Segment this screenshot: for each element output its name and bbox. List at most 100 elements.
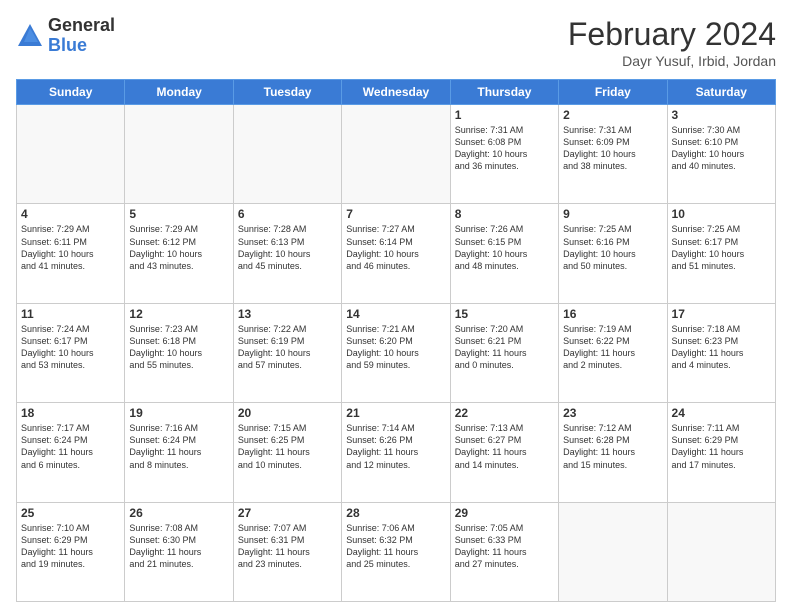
day-info: Sunrise: 7:08 AMSunset: 6:30 PMDaylight:… (129, 522, 228, 571)
calendar-cell: 24 Sunrise: 7:11 AMSunset: 6:29 PMDayligh… (667, 403, 775, 502)
location-subtitle: Dayr Yusuf, Irbid, Jordan (568, 53, 776, 69)
calendar-cell: 16 Sunrise: 7:19 AMSunset: 6:22 PMDayligh… (559, 303, 667, 402)
col-saturday: Saturday (667, 80, 775, 105)
day-number: 13 (238, 307, 337, 321)
month-title: February 2024 (568, 16, 776, 53)
day-info: Sunrise: 7:05 AMSunset: 6:33 PMDaylight:… (455, 522, 554, 571)
day-info: Sunrise: 7:23 AMSunset: 6:18 PMDaylight:… (129, 323, 228, 372)
day-info: Sunrise: 7:06 AMSunset: 6:32 PMDaylight:… (346, 522, 445, 571)
col-tuesday: Tuesday (233, 80, 341, 105)
day-info: Sunrise: 7:27 AMSunset: 6:14 PMDaylight:… (346, 223, 445, 272)
calendar-cell: 11 Sunrise: 7:24 AMSunset: 6:17 PMDayligh… (17, 303, 125, 402)
col-wednesday: Wednesday (342, 80, 450, 105)
calendar-cell: 3 Sunrise: 7:30 AMSunset: 6:10 PMDaylight… (667, 105, 775, 204)
day-info: Sunrise: 7:17 AMSunset: 6:24 PMDaylight:… (21, 422, 120, 471)
day-info: Sunrise: 7:20 AMSunset: 6:21 PMDaylight:… (455, 323, 554, 372)
calendar-cell: 21 Sunrise: 7:14 AMSunset: 6:26 PMDayligh… (342, 403, 450, 502)
calendar-cell: 13 Sunrise: 7:22 AMSunset: 6:19 PMDayligh… (233, 303, 341, 402)
day-info: Sunrise: 7:29 AMSunset: 6:12 PMDaylight:… (129, 223, 228, 272)
day-info: Sunrise: 7:28 AMSunset: 6:13 PMDaylight:… (238, 223, 337, 272)
col-friday: Friday (559, 80, 667, 105)
week-row-1: 4Sunrise: 7:29 AMSunset: 6:11 PMDaylight… (17, 204, 776, 303)
day-number: 26 (129, 506, 228, 520)
day-number: 8 (455, 207, 554, 221)
calendar-cell: 20 Sunrise: 7:15 AMSunset: 6:25 PMDayligh… (233, 403, 341, 502)
day-number: 17 (672, 307, 771, 321)
calendar-cell: 18 Sunrise: 7:17 AMSunset: 6:24 PMDayligh… (17, 403, 125, 502)
col-monday: Monday (125, 80, 233, 105)
day-info: Sunrise: 7:31 AMSunset: 6:09 PMDaylight:… (563, 124, 662, 173)
day-info: Sunrise: 7:29 AMSunset: 6:11 PMDaylight:… (21, 223, 120, 272)
day-number: 24 (672, 406, 771, 420)
day-number: 20 (238, 406, 337, 420)
day-number: 28 (346, 506, 445, 520)
day-number: 19 (129, 406, 228, 420)
calendar-cell: 9 Sunrise: 7:25 AMSunset: 6:16 PMDaylight… (559, 204, 667, 303)
day-number: 23 (563, 406, 662, 420)
calendar-cell (17, 105, 125, 204)
calendar-cell: 6 Sunrise: 7:28 AMSunset: 6:13 PMDaylight… (233, 204, 341, 303)
calendar-cell (342, 105, 450, 204)
day-info: Sunrise: 7:11 AMSunset: 6:29 PMDaylight:… (672, 422, 771, 471)
calendar-cell (233, 105, 341, 204)
week-row-0: 1Sunrise: 7:31 AMSunset: 6:08 PMDaylight… (17, 105, 776, 204)
day-number: 3 (672, 108, 771, 122)
calendar-cell: 27 Sunrise: 7:07 AMSunset: 6:31 PMDayligh… (233, 502, 341, 601)
day-number: 21 (346, 406, 445, 420)
calendar-cell: 8 Sunrise: 7:26 AMSunset: 6:15 PMDaylight… (450, 204, 558, 303)
day-info: Sunrise: 7:18 AMSunset: 6:23 PMDaylight:… (672, 323, 771, 372)
day-info: Sunrise: 7:14 AMSunset: 6:26 PMDaylight:… (346, 422, 445, 471)
week-row-2: 11 Sunrise: 7:24 AMSunset: 6:17 PMDayligh… (17, 303, 776, 402)
calendar-cell: 15 Sunrise: 7:20 AMSunset: 6:21 PMDayligh… (450, 303, 558, 402)
calendar-cell: 4Sunrise: 7:29 AMSunset: 6:11 PMDaylight… (17, 204, 125, 303)
day-number: 29 (455, 506, 554, 520)
logo-blue-text: Blue (48, 36, 115, 56)
day-info: Sunrise: 7:25 AMSunset: 6:16 PMDaylight:… (563, 223, 662, 272)
calendar-cell: 23 Sunrise: 7:12 AMSunset: 6:28 PMDayligh… (559, 403, 667, 502)
calendar-cell: 19 Sunrise: 7:16 AMSunset: 6:24 PMDayligh… (125, 403, 233, 502)
calendar-cell: 2Sunrise: 7:31 AMSunset: 6:09 PMDaylight… (559, 105, 667, 204)
day-info: Sunrise: 7:26 AMSunset: 6:15 PMDaylight:… (455, 223, 554, 272)
calendar-cell: 5 Sunrise: 7:29 AMSunset: 6:12 PMDaylight… (125, 204, 233, 303)
calendar-table: Sunday Monday Tuesday Wednesday Thursday… (16, 79, 776, 602)
day-info: Sunrise: 7:10 AMSunset: 6:29 PMDaylight:… (21, 522, 120, 571)
day-info: Sunrise: 7:12 AMSunset: 6:28 PMDaylight:… (563, 422, 662, 471)
calendar-cell: 7 Sunrise: 7:27 AMSunset: 6:14 PMDaylight… (342, 204, 450, 303)
page: General Blue February 2024 Dayr Yusuf, I… (0, 0, 792, 612)
col-thursday: Thursday (450, 80, 558, 105)
day-info: Sunrise: 7:13 AMSunset: 6:27 PMDaylight:… (455, 422, 554, 471)
day-number: 6 (238, 207, 337, 221)
day-number: 15 (455, 307, 554, 321)
logo-general-text: General (48, 16, 115, 36)
week-row-4: 25 Sunrise: 7:10 AMSunset: 6:29 PMDayligh… (17, 502, 776, 601)
day-number: 18 (21, 406, 120, 420)
day-number: 5 (129, 207, 228, 221)
day-info: Sunrise: 7:15 AMSunset: 6:25 PMDaylight:… (238, 422, 337, 471)
calendar-cell: 17 Sunrise: 7:18 AMSunset: 6:23 PMDayligh… (667, 303, 775, 402)
day-info: Sunrise: 7:16 AMSunset: 6:24 PMDaylight:… (129, 422, 228, 471)
day-info: Sunrise: 7:19 AMSunset: 6:22 PMDaylight:… (563, 323, 662, 372)
header: General Blue February 2024 Dayr Yusuf, I… (16, 16, 776, 69)
calendar-cell: 29 Sunrise: 7:05 AMSunset: 6:33 PMDayligh… (450, 502, 558, 601)
day-number: 16 (563, 307, 662, 321)
day-info: Sunrise: 7:21 AMSunset: 6:20 PMDaylight:… (346, 323, 445, 372)
calendar-cell (125, 105, 233, 204)
calendar-cell: 14Sunrise: 7:21 AMSunset: 6:20 PMDayligh… (342, 303, 450, 402)
day-number: 7 (346, 207, 445, 221)
calendar-cell: 12Sunrise: 7:23 AMSunset: 6:18 PMDayligh… (125, 303, 233, 402)
day-number: 11 (21, 307, 120, 321)
calendar-cell: 25 Sunrise: 7:10 AMSunset: 6:29 PMDayligh… (17, 502, 125, 601)
week-row-3: 18 Sunrise: 7:17 AMSunset: 6:24 PMDayligh… (17, 403, 776, 502)
day-number: 9 (563, 207, 662, 221)
day-number: 22 (455, 406, 554, 420)
day-number: 25 (21, 506, 120, 520)
day-info: Sunrise: 7:24 AMSunset: 6:17 PMDaylight:… (21, 323, 120, 372)
calendar-cell: 28 Sunrise: 7:06 AMSunset: 6:32 PMDayligh… (342, 502, 450, 601)
day-info: Sunrise: 7:22 AMSunset: 6:19 PMDaylight:… (238, 323, 337, 372)
calendar-cell: 1Sunrise: 7:31 AMSunset: 6:08 PMDaylight… (450, 105, 558, 204)
day-info: Sunrise: 7:30 AMSunset: 6:10 PMDaylight:… (672, 124, 771, 173)
day-info: Sunrise: 7:07 AMSunset: 6:31 PMDaylight:… (238, 522, 337, 571)
calendar-cell: 26 Sunrise: 7:08 AMSunset: 6:30 PMDayligh… (125, 502, 233, 601)
calendar-cell (667, 502, 775, 601)
day-number: 27 (238, 506, 337, 520)
